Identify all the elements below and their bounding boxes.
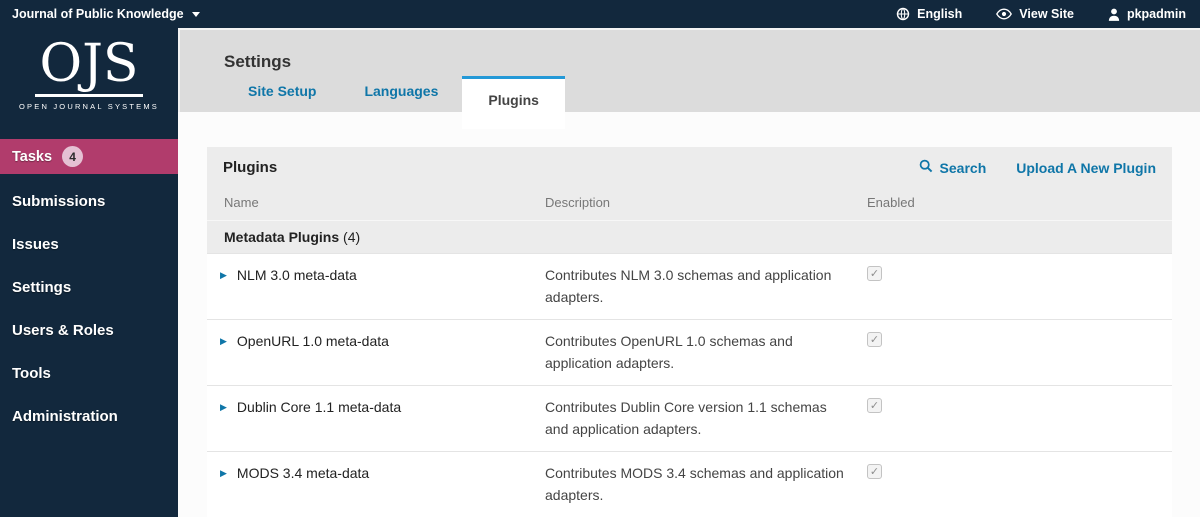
content-area: Settings Site Setup Languages Plugins Pl… <box>178 28 1200 517</box>
topbar: Journal of Public Knowledge English View… <box>0 0 1200 28</box>
plugin-name: Dublin Core 1.1 meta-data <box>236 399 402 415</box>
topbar-nav: English View Site pkpadmin <box>896 7 1200 21</box>
search-icon <box>919 159 933 176</box>
section-count-value: (4) <box>343 229 361 245</box>
plugin-name-cell: ▶ MODS 3.4 meta-data <box>207 463 545 506</box>
chevron-down-icon <box>191 11 200 17</box>
enabled-checkbox[interactable]: ✓ <box>867 398 882 413</box>
globe-icon <box>896 7 910 21</box>
enabled-checkbox[interactable]: ✓ <box>867 266 882 281</box>
column-header-description: Description <box>545 195 611 210</box>
language-menu[interactable]: English <box>896 7 962 21</box>
table-row: ▶ Dublin Core 1.1 meta-data Contributes … <box>207 385 1172 451</box>
view-site-label: View Site <box>1019 7 1074 21</box>
column-header-enabled: Enabled <box>867 195 915 210</box>
username-label: pkpadmin <box>1126 7 1186 21</box>
expand-arrow-icon[interactable]: ▶ <box>220 397 227 419</box>
table-row: ▶ MODS 3.4 meta-data Contributes MODS 3.… <box>207 451 1172 517</box>
plugin-enabled-cell: ✓ <box>867 331 1172 374</box>
sidebar-item-submissions[interactable]: Submissions <box>0 180 178 223</box>
plugin-name-cell: ▶ OpenURL 1.0 meta-data <box>207 331 545 374</box>
plugin-name-cell: ▶ NLM 3.0 meta-data <box>207 265 545 308</box>
sidebar-item-tools[interactable]: Tools <box>0 352 178 395</box>
plugin-enabled-cell: ✓ <box>867 265 1172 308</box>
upload-plugin-label: Upload A New Plugin <box>1016 159 1156 176</box>
plugin-enabled-cell: ✓ <box>867 463 1172 506</box>
sidebar-item-issues[interactable]: Issues <box>0 223 178 266</box>
table-row: ▶ OpenURL 1.0 meta-data Contributes Open… <box>207 319 1172 385</box>
enabled-checkbox[interactable]: ✓ <box>867 464 882 479</box>
sidebar-item-users-roles[interactable]: Users & Roles <box>0 309 178 352</box>
section-title: Metadata Plugins <box>224 229 340 245</box>
tasks-count-badge: 4 <box>62 146 84 167</box>
plugins-panel-header: Plugins Search Upload A New Plugin <box>207 147 1172 187</box>
view-site-link[interactable]: View Site <box>996 7 1074 21</box>
table-column-headers: Name Description Enabled <box>207 187 1172 220</box>
plugins-panel: Plugins Search Upload A New Plugin Name … <box>207 147 1172 517</box>
plugin-description: Contributes OpenURL 1.0 schemas and appl… <box>545 333 793 371</box>
expand-arrow-icon[interactable]: ▶ <box>220 331 227 353</box>
plugin-description: Contributes NLM 3.0 schemas and applicat… <box>545 267 832 305</box>
expand-arrow-icon[interactable]: ▶ <box>220 265 227 287</box>
sidebar: OJS OPEN JOURNAL SYSTEMS Tasks 4 Submiss… <box>0 28 178 517</box>
ojs-logo-acronym: OJS <box>35 35 143 98</box>
plugin-description: Contributes MODS 3.4 schemas and applica… <box>545 465 844 503</box>
plugin-section-header: Metadata Plugins (4) <box>207 220 1172 253</box>
user-icon <box>1108 8 1120 21</box>
panel-actions: Search Upload A New Plugin <box>919 159 1156 176</box>
tasks-label: Tasks <box>12 148 53 165</box>
column-header-name: Name <box>224 195 259 210</box>
enabled-checkbox[interactable]: ✓ <box>867 332 882 347</box>
expand-arrow-icon[interactable]: ▶ <box>220 463 227 485</box>
search-label: Search <box>939 159 987 176</box>
eye-icon <box>996 8 1013 20</box>
journal-context-dropdown[interactable]: Journal of Public Knowledge <box>0 7 212 21</box>
plugin-description: Contributes Dublin Core version 1.1 sche… <box>545 399 827 437</box>
tab-languages[interactable]: Languages <box>340 70 462 112</box>
sidebar-item-settings[interactable]: Settings <box>0 266 178 309</box>
plugin-name-cell: ▶ Dublin Core 1.1 meta-data <box>207 397 545 440</box>
sidebar-item-administration[interactable]: Administration <box>0 395 178 438</box>
plugin-rows: ▶ NLM 3.0 meta-data Contributes NLM 3.0 … <box>207 253 1172 517</box>
ojs-logo: OJS OPEN JOURNAL SYSTEMS <box>0 28 178 139</box>
tab-site-setup[interactable]: Site Setup <box>224 70 340 112</box>
plugin-enabled-cell: ✓ <box>867 397 1172 440</box>
plugin-name: NLM 3.0 meta-data <box>236 267 357 283</box>
plugin-name: OpenURL 1.0 meta-data <box>236 333 389 349</box>
sidebar-menu: Submissions Issues Settings Users & Role… <box>0 180 178 438</box>
language-label: English <box>917 7 963 21</box>
content-header: Settings Site Setup Languages Plugins <box>178 28 1200 129</box>
tab-plugins[interactable]: Plugins <box>462 76 565 129</box>
panel-title: Plugins <box>223 159 278 176</box>
search-button[interactable]: Search <box>919 159 987 176</box>
ojs-logo-caption: OPEN JOURNAL SYSTEMS <box>19 102 159 112</box>
sidebar-item-tasks[interactable]: Tasks 4 <box>0 139 178 174</box>
journal-context-title: Journal of Public Knowledge <box>12 7 184 21</box>
tab-content: Plugins Search Upload A New Plugin Name … <box>178 112 1200 517</box>
user-menu[interactable]: pkpadmin <box>1108 7 1186 21</box>
plugin-name: MODS 3.4 meta-data <box>236 465 370 481</box>
table-row: ▶ NLM 3.0 meta-data Contributes NLM 3.0 … <box>207 253 1172 319</box>
settings-tabs: Site Setup Languages Plugins <box>224 59 565 129</box>
upload-plugin-button[interactable]: Upload A New Plugin <box>1016 160 1156 176</box>
